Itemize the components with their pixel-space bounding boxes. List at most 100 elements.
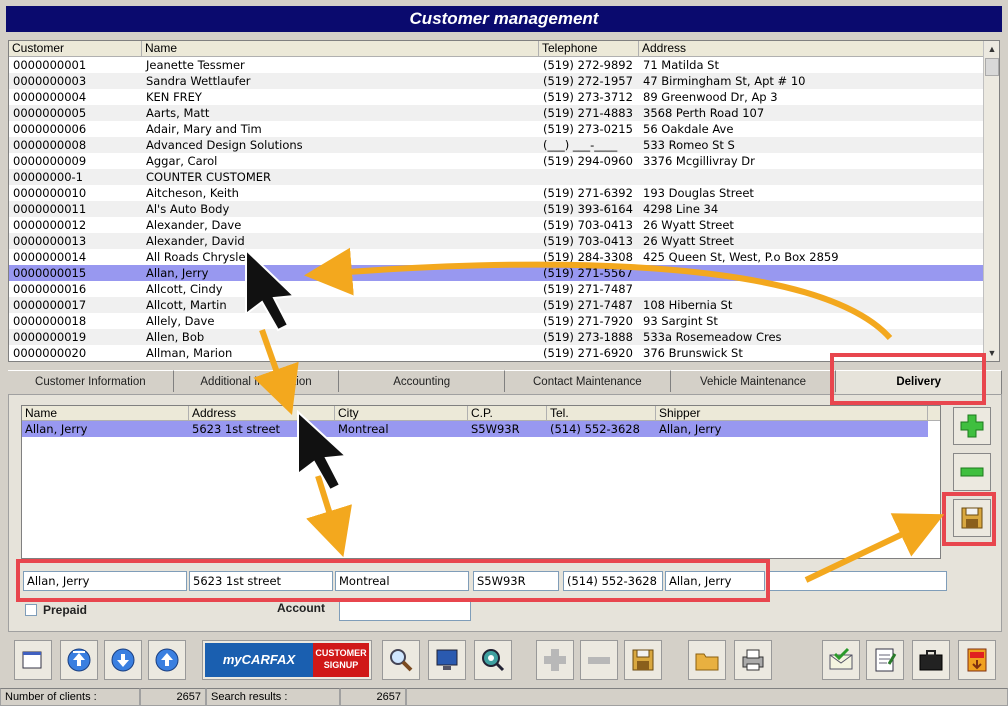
table-cell: 0000000017 xyxy=(13,298,87,312)
table-row[interactable]: 0000000006 Adair, Mary and Tim (519) 273-0… xyxy=(9,121,999,137)
table-row[interactable]: 0000000014 All Roads Chrysler (519) 284-33… xyxy=(9,249,999,265)
delivery-extra-field[interactable] xyxy=(767,571,947,591)
table-row[interactable]: 0000000003 Sandra Wettlaufer (519) 272-195… xyxy=(9,73,999,89)
previous-record-button[interactable] xyxy=(148,640,186,680)
table-cell: 108 Hibernia St xyxy=(643,298,733,312)
table-cell: 0000000010 xyxy=(13,186,87,200)
table-cell: Sandra Wettlaufer xyxy=(146,74,251,88)
table-cell: (519) 272-9892 xyxy=(543,58,633,72)
briefcase-icon xyxy=(919,650,943,671)
table-cell: 533 Romeo St S xyxy=(643,138,735,152)
scroll-up-icon[interactable]: ▲ xyxy=(984,41,999,57)
table-cell: Jeanette Tessmer xyxy=(146,58,245,72)
floppy-disk-icon xyxy=(632,649,654,671)
dcol-city[interactable]: City xyxy=(335,406,468,420)
col-telephone[interactable]: Telephone xyxy=(539,41,639,56)
table-row[interactable]: 0000000005 Aarts, Matt (519) 271-4883 3568 … xyxy=(9,105,999,121)
table-cell: 0000000013 xyxy=(13,234,87,248)
table-row[interactable]: 0000000013 Alexander, David (519) 703-0413… xyxy=(9,233,999,249)
table-cell: (519) 271-7487 xyxy=(543,298,633,312)
view-button[interactable] xyxy=(474,640,512,680)
search-button[interactable] xyxy=(382,640,420,680)
toolbar-save-button[interactable] xyxy=(624,640,662,680)
prepaid-checkbox-group[interactable]: Prepaid xyxy=(25,603,87,617)
tab-additional-information[interactable]: Additional Information xyxy=(173,370,340,392)
table-cell: (519) 271-6392 xyxy=(543,186,633,200)
monitor-button[interactable] xyxy=(428,640,466,680)
carfax-logo: myCARFAX xyxy=(205,643,313,677)
table-row[interactable]: 0000000019 Allen, Bob (519) 273-1888 533a R… xyxy=(9,329,999,345)
dcol-shipper[interactable]: Shipper xyxy=(656,406,928,420)
next-record-button[interactable] xyxy=(104,640,142,680)
add-delivery-button[interactable] xyxy=(953,407,991,445)
printer-icon xyxy=(742,649,764,671)
delivery-cell-city: Montreal xyxy=(338,422,389,436)
table-cell: (519) 271-7487 xyxy=(543,282,633,296)
table-cell xyxy=(639,265,984,281)
table-row[interactable]: 0000000012 Alexander, Dave (519) 703-0413 2… xyxy=(9,217,999,233)
window-button[interactable] xyxy=(14,640,52,680)
tab-customer-information[interactable]: Customer Information xyxy=(8,370,174,392)
table-cell: KEN FREY xyxy=(146,90,202,104)
folder-button[interactable] xyxy=(688,640,726,680)
status-empty xyxy=(406,688,1008,706)
toolbar-add-button[interactable] xyxy=(536,640,574,680)
exit-button[interactable] xyxy=(958,640,996,680)
table-row[interactable]: 0000000011 Al's Auto Body (519) 393-6164 42… xyxy=(9,201,999,217)
table-row[interactable]: 0000000016 Allcott, Cindy (519) 271-7487 xyxy=(9,281,999,297)
table-row[interactable]: 0000000004 KEN FREY (519) 273-3712 89 Gree… xyxy=(9,89,999,105)
scroll-down-icon[interactable]: ▼ xyxy=(984,345,999,361)
table-cell: 0000000005 xyxy=(13,106,87,120)
table-cell xyxy=(639,169,984,185)
notes-button[interactable] xyxy=(866,640,904,680)
tab-accounting[interactable]: Accounting xyxy=(339,370,506,392)
status-bar: Number of clients : 2657 Search results … xyxy=(0,688,1008,706)
table-cell: Allman, Marion xyxy=(146,346,233,360)
delivery-row[interactable]: Allan, Jerry 5623 1st street Montreal S5… xyxy=(22,421,928,437)
toolbar-remove-button[interactable] xyxy=(580,640,618,680)
table-row[interactable]: 00000000-1 COUNTER CUSTOMER xyxy=(9,169,999,185)
account-input[interactable] xyxy=(339,601,471,621)
col-customer[interactable]: Customer xyxy=(9,41,142,56)
table-cell: (519) 284-3308 xyxy=(543,250,633,264)
customer-grid-header: Customer Name Telephone Address xyxy=(9,41,999,57)
tab-contact-maintenance[interactable]: Contact Maintenance xyxy=(505,370,671,392)
table-cell: Aarts, Matt xyxy=(146,106,210,120)
delivery-tab-highlight xyxy=(830,353,986,405)
table-row[interactable]: 0000000017 Allcott, Martin (519) 271-7487 1… xyxy=(9,297,999,313)
table-row[interactable]: 0000000001 Jeanette Tessmer (519) 272-9892… xyxy=(9,57,999,73)
table-row[interactable]: 0000000010 Aitcheson, Keith (519) 271-6392… xyxy=(9,185,999,201)
col-address[interactable]: Address xyxy=(639,41,984,56)
tab-vehicle-maintenance[interactable]: Vehicle Maintenance xyxy=(670,370,837,392)
table-row[interactable]: 0000000008 Advanced Design Solutions (___)… xyxy=(9,137,999,153)
delivery-grid[interactable]: Name Address City C.P. Tel. Shipper Alla… xyxy=(21,405,941,559)
bottom-toolbar: myCARFAX CUSTOMER SIGNUP xyxy=(8,636,1002,684)
customer-grid-body: 0000000001 Jeanette Tessmer (519) 272-9892… xyxy=(9,57,999,361)
table-cell: 193 Douglas Street xyxy=(643,186,754,200)
print-button[interactable] xyxy=(734,640,772,680)
prepaid-checkbox[interactable] xyxy=(25,604,37,616)
customer-grid[interactable]: Customer Name Telephone Address 00000000… xyxy=(8,40,1000,362)
table-cell: (519) 393-6164 xyxy=(543,202,633,216)
delivery-cell-cp: S5W93R xyxy=(471,422,520,436)
dcol-tel[interactable]: Tel. xyxy=(547,406,656,420)
col-name[interactable]: Name xyxy=(142,41,539,56)
arrow-up-icon xyxy=(155,648,179,672)
briefcase-button[interactable] xyxy=(912,640,950,680)
table-cell: Allcott, Martin xyxy=(146,298,227,312)
dcol-cp[interactable]: C.P. xyxy=(468,406,547,420)
table-row[interactable]: 0000000018 Allely, Dave (519) 271-7920 93 S… xyxy=(9,313,999,329)
table-row[interactable]: 0000000009 Aggar, Carol (519) 294-0960 3376… xyxy=(9,153,999,169)
grid-scrollbar[interactable]: ▲ ▼ xyxy=(983,41,999,361)
first-record-button[interactable] xyxy=(60,640,98,680)
carfax-signup-button[interactable]: myCARFAX CUSTOMER SIGNUP xyxy=(202,640,372,680)
remove-delivery-button[interactable] xyxy=(953,453,991,491)
table-cell: COUNTER CUSTOMER xyxy=(146,170,272,184)
table-row[interactable]: 0000000015 Allan, Jerry (519) 271-5567 xyxy=(9,265,999,281)
dcol-name[interactable]: Name xyxy=(22,406,189,420)
plus-icon xyxy=(960,414,984,438)
table-cell: Allely, Dave xyxy=(146,314,215,328)
dcol-address[interactable]: Address xyxy=(189,406,335,420)
scroll-thumb[interactable] xyxy=(985,58,999,76)
mail-button[interactable] xyxy=(822,640,860,680)
